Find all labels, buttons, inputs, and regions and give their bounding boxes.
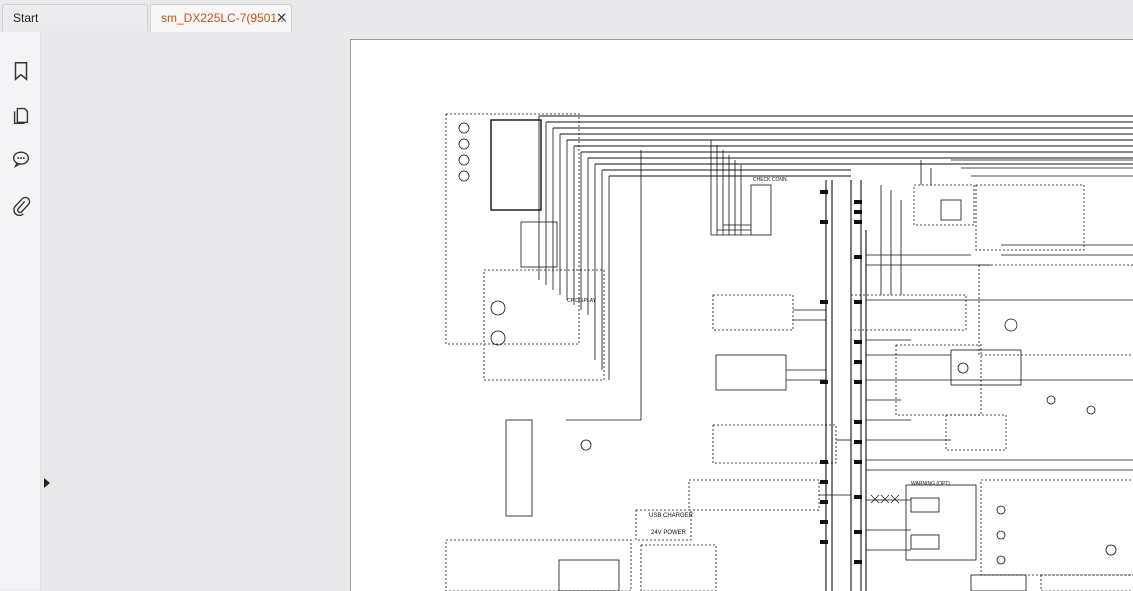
bookmark-icon[interactable] — [9, 59, 33, 83]
tab-start-label: Start — [13, 11, 39, 25]
wiring-schematic: CHECK CONN. USB CHARGER 24V POWER CP DIS… — [445, 113, 1133, 591]
tab-start[interactable]: Start — [2, 4, 148, 31]
attachment-icon[interactable] — [9, 194, 33, 218]
tab-document-label: sm_DX225LC-7(9501... — [161, 11, 288, 25]
tab-document[interactable]: sm_DX225LC-7(9501... ✕ — [150, 4, 292, 32]
left-sidebar — [0, 32, 41, 590]
document-page[interactable]: CHECK CONN. USB CHARGER 24V POWER CP DIS… — [350, 39, 1133, 591]
power-24v-label: 24V POWER — [651, 530, 687, 536]
tab-bar: Start sm_DX225LC-7(9501... ✕ — [0, 0, 1133, 33]
cp-display-label: CP DISPLAY — [567, 298, 597, 304]
warning-opt-label: WARNING (OPT) — [911, 481, 950, 487]
close-icon[interactable]: ✕ — [276, 5, 287, 31]
chevron-right-icon[interactable] — [42, 477, 52, 489]
sidebar-gutter — [41, 32, 51, 590]
comment-icon[interactable] — [9, 147, 33, 171]
usb-charger-label: USB CHARGER — [649, 513, 694, 519]
pages-icon[interactable] — [9, 103, 33, 127]
check-conn-label: CHECK CONN. — [753, 177, 788, 183]
